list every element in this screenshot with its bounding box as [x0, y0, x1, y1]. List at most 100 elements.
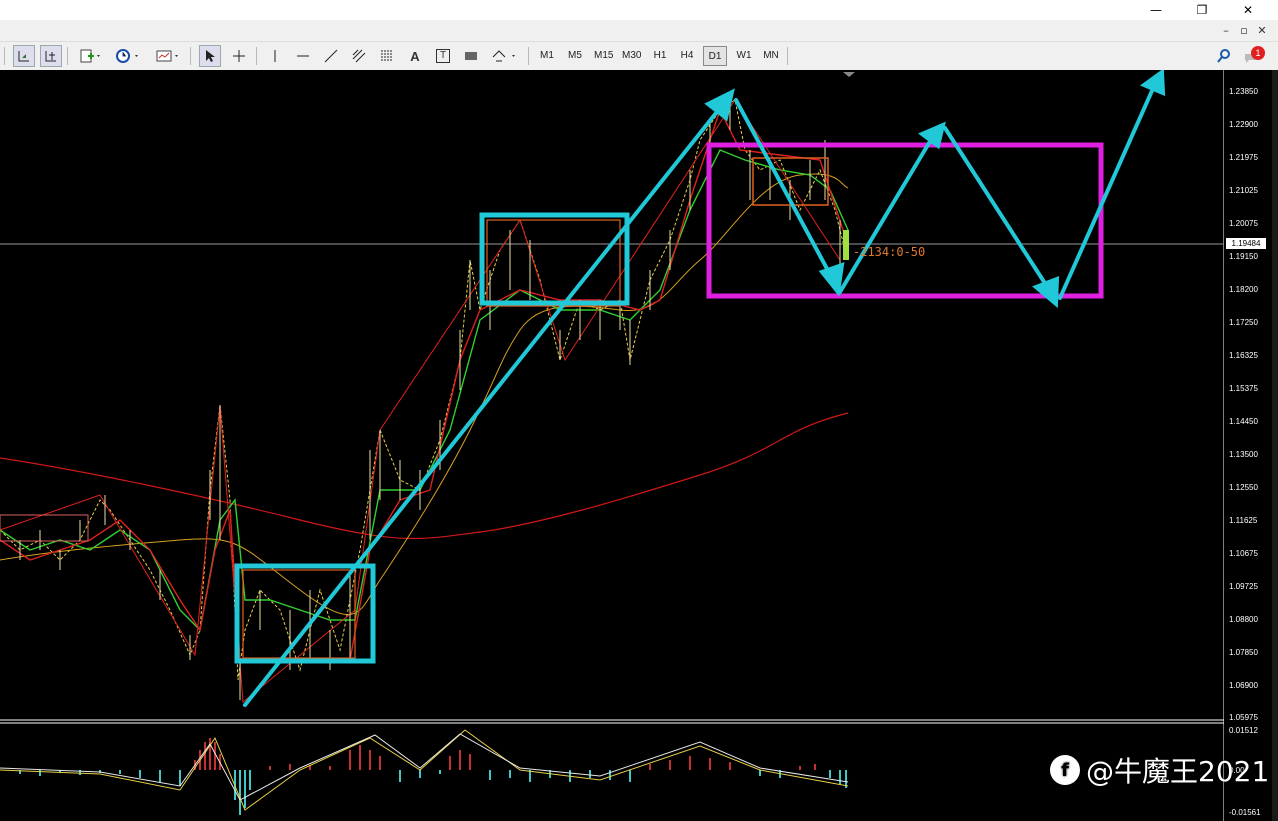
toutiao-logo-icon: f [1050, 755, 1080, 785]
toolbar-separator [190, 47, 191, 65]
macd-histogram [19, 738, 847, 815]
candlestick-series [19, 100, 841, 700]
tf-m1-button[interactable]: M1 [535, 46, 559, 66]
templates-icon [156, 50, 178, 62]
price-level: 1.21025 [1229, 186, 1258, 195]
autoscroll-button[interactable] [13, 45, 35, 67]
arrows-button[interactable] [488, 45, 520, 67]
order-label: -2134:0-50 [853, 245, 926, 259]
price-level: 1.16325 [1229, 351, 1258, 360]
magenta-box [706, 142, 1104, 299]
crosshair-icon [233, 50, 245, 62]
tf-m30-button[interactable]: M30 [619, 46, 644, 66]
crosshair-tool-button[interactable] [228, 45, 250, 67]
toolbar-separator [67, 47, 68, 65]
menu-strip [0, 20, 1278, 42]
notification-badge: 1 [1251, 46, 1265, 60]
mdi-restore-icon: ▫ [1240, 24, 1248, 37]
watermark-text: @牛魔王2021 [1086, 755, 1270, 788]
mdi-minimize-button[interactable]: – [1218, 23, 1234, 39]
autoscroll-icon [18, 51, 29, 62]
indicator-level-bottom: -0.01561 [1229, 808, 1261, 817]
indicator-level-top: 0.01512 [1229, 726, 1258, 735]
close-button[interactable]: ✕ [1226, 0, 1270, 20]
price-chart[interactable] [0, 70, 1278, 821]
mdi-close-button[interactable]: ✕ [1254, 23, 1270, 39]
tf-h4-button[interactable]: H4 [675, 46, 699, 66]
arrows-icon [492, 50, 515, 62]
price-level: 1.21975 [1229, 153, 1258, 162]
tf-mn-button[interactable]: MN [759, 46, 783, 66]
search-icon [1217, 49, 1230, 63]
price-level: 1.12550 [1229, 483, 1258, 492]
tf-d1-button[interactable]: D1 [703, 46, 727, 66]
ma-fast-green-line [0, 149, 849, 632]
text-label-button[interactable]: T [432, 45, 454, 67]
chart-shift-button[interactable] [40, 45, 62, 67]
price-level: 1.06900 [1229, 681, 1258, 690]
channel-icon [352, 49, 366, 63]
templates-button[interactable] [151, 45, 185, 67]
chart-toolbar: A T M1 M5 M15 M30 H1 H4 D1 W1 MN 1 [0, 42, 1278, 71]
notifications-button[interactable]: 1 [1242, 45, 1268, 67]
new-chart-icon [80, 49, 100, 63]
chart-canvas [0, 70, 1278, 821]
last-candle [843, 230, 849, 260]
price-level: 1.05975 [1229, 713, 1258, 722]
zigzag-line [0, 99, 841, 703]
periods-button[interactable] [111, 45, 145, 67]
vertical-scrollbar[interactable] [1272, 70, 1278, 821]
minimize-icon: — [1150, 3, 1162, 17]
cyan-box-middle [479, 212, 630, 306]
toolbar-separator [256, 47, 257, 65]
tf-w1-button[interactable]: W1 [732, 46, 756, 66]
ma-slow-line [0, 173, 849, 615]
price-level: 1.13500 [1229, 450, 1258, 459]
cursor-tool-button[interactable] [199, 45, 221, 67]
mdi-restore-button[interactable]: ▫ [1236, 23, 1252, 39]
orange-range-box-2 [486, 219, 621, 307]
text-tool-button[interactable]: A [404, 45, 426, 67]
price-close-line [0, 99, 846, 681]
current-price-badge: 1.19484 [1226, 238, 1266, 249]
ma200-line [0, 412, 849, 540]
mdi-minimize-icon: – [1223, 24, 1229, 37]
new-chart-button[interactable] [76, 45, 106, 67]
restore-icon: ❐ [1196, 3, 1208, 17]
price-level: 1.22900 [1229, 120, 1258, 129]
price-level: 1.15375 [1229, 384, 1258, 393]
fibonacci-button[interactable] [376, 45, 398, 67]
fibonacci-icon [381, 50, 393, 61]
vertical-line-button[interactable] [264, 45, 286, 67]
shapes-button[interactable] [460, 45, 482, 67]
minimize-button[interactable]: — [1134, 0, 1178, 20]
search-button[interactable] [1213, 45, 1235, 67]
price-level: 1.07850 [1229, 648, 1258, 657]
rectangle-icon [465, 52, 477, 60]
chart-shift-marker [843, 72, 855, 77]
price-level: 1.19150 [1229, 252, 1258, 261]
chart-shift-icon [45, 51, 56, 62]
toolbar-separator [4, 47, 5, 65]
ma-fast-red-line [0, 108, 849, 661]
equidistant-channel-button[interactable] [348, 45, 370, 67]
horizontal-line-icon [297, 55, 309, 57]
mdi-close-icon: ✕ [1257, 24, 1267, 37]
title-bar: — ❐ ✕ [0, 0, 1278, 20]
tf-m5-button[interactable]: M5 [563, 46, 587, 66]
toolbar-separator [528, 47, 529, 65]
price-level: 1.11625 [1229, 516, 1258, 525]
trendline-icon [324, 49, 338, 63]
toolbar-separator [787, 47, 788, 65]
restore-button[interactable]: ❐ [1180, 0, 1224, 20]
price-level: 1.14450 [1229, 417, 1258, 426]
trendline-button[interactable] [320, 45, 342, 67]
close-icon: ✕ [1242, 3, 1254, 17]
consolidation-box-left [0, 514, 89, 542]
tf-h1-button[interactable]: H1 [648, 46, 672, 66]
horizontal-line-button[interactable] [292, 45, 314, 67]
price-level: 1.20075 [1229, 219, 1258, 228]
tf-m15-button[interactable]: M15 [591, 46, 616, 66]
cursor-icon [206, 50, 215, 62]
vertical-line-icon [274, 50, 276, 62]
